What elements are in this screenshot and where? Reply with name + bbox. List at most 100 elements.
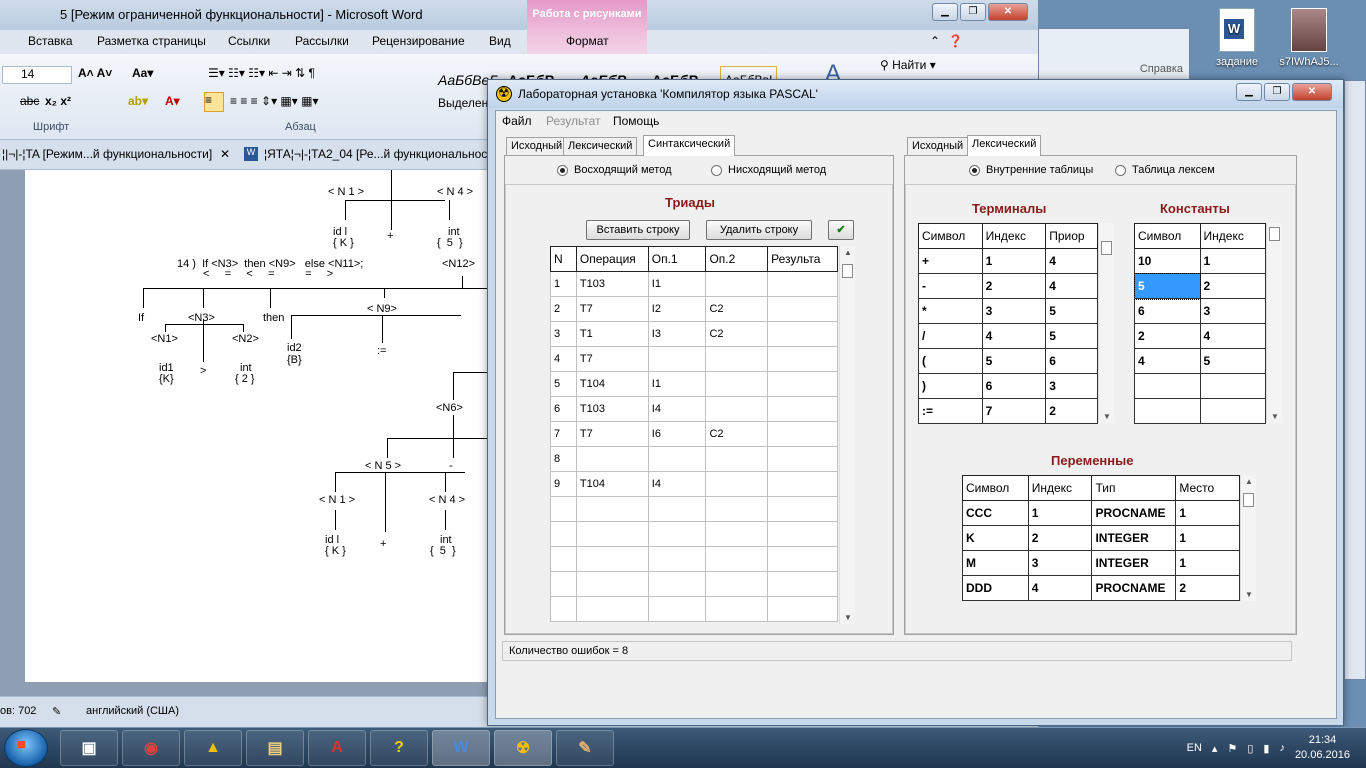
table-cell[interactable]: 2 — [981, 273, 1047, 299]
table-row[interactable]: 7 T7 I6 C2 — [550, 421, 838, 447]
table-cell[interactable] — [647, 446, 707, 472]
tab-lexical[interactable]: Лексический — [563, 137, 638, 155]
table-cell[interactable]: 4 — [1027, 575, 1093, 601]
clock[interactable]: 21:34 20.06.2016 — [1295, 733, 1350, 763]
table-cell[interactable]: C2 — [705, 296, 769, 322]
table-cell[interactable] — [705, 546, 769, 572]
document-page[interactable]: < N 1 > < N 4 > id l{ K } + int{ 5 } <N12> If <… — [25, 170, 490, 682]
table-cell[interactable] — [705, 446, 769, 472]
strikethrough-icon[interactable]: abc — [20, 94, 39, 108]
table-cell[interactable]: I6 — [647, 421, 707, 447]
table-cell[interactable]: 4 — [1045, 248, 1098, 274]
table-cell[interactable] — [575, 446, 649, 472]
table-row[interactable]: M 3 INTEGER 1 — [962, 550, 1240, 576]
tab-source[interactable]: Исходный — [506, 137, 568, 155]
table-cell[interactable] — [647, 571, 707, 597]
table-cell[interactable] — [705, 496, 769, 522]
table-cell[interactable]: 7 — [550, 421, 577, 447]
table-row[interactable]: 9 T104 I4 — [550, 471, 838, 497]
table-cell[interactable] — [767, 596, 838, 622]
tab-format[interactable]: Формат — [566, 34, 609, 48]
table-cell[interactable]: 6 — [1045, 348, 1098, 374]
table-row[interactable] — [550, 521, 838, 547]
grow-font-icon[interactable]: A˄ A˅ — [78, 66, 112, 80]
table-row[interactable]: * 3 5 — [918, 298, 1098, 324]
table-cell[interactable]: INTEGER — [1091, 525, 1177, 551]
table-cell[interactable]: I3 — [647, 321, 707, 347]
word-count[interactable]: ов: 702 — [0, 705, 36, 717]
word-titlebar[interactable]: 5 [Режим ограниченной функциональности] … — [0, 0, 1038, 54]
tray-expand-icon[interactable]: ▴ — [1212, 742, 1218, 755]
table-row[interactable] — [550, 596, 838, 622]
table-cell[interactable] — [705, 596, 769, 622]
tab-mailings[interactable]: Рассылки — [295, 34, 349, 48]
table-cell[interactable]: 4 — [1045, 273, 1098, 299]
table-cell[interactable]: 2 — [1175, 575, 1240, 601]
app-titlebar[interactable]: Лабораторная установка 'Компилятор языка… — [488, 80, 1343, 108]
table-cell[interactable] — [767, 421, 838, 447]
column-header[interactable]: Индекс — [1027, 475, 1093, 501]
table-cell[interactable] — [550, 546, 577, 572]
maximize-button[interactable]: ❐ — [960, 3, 986, 21]
table-cell[interactable] — [705, 396, 769, 422]
table-cell[interactable] — [767, 296, 838, 322]
table-cell[interactable]: - — [918, 273, 983, 299]
ribbon-collapse-icon[interactable]: ⌃ — [930, 34, 940, 48]
table-cell[interactable]: 3 — [1199, 298, 1267, 324]
table-cell[interactable] — [705, 371, 769, 397]
font-color-icon[interactable]: A▾ — [165, 94, 180, 108]
table-cell[interactable]: 5 — [981, 348, 1047, 374]
column-header[interactable]: Оп.1 — [647, 246, 707, 272]
table-row[interactable]: 1 T103 I1 — [550, 271, 838, 297]
radio-bottom-up[interactable]: Восходящий метод — [557, 164, 672, 176]
table-cell[interactable] — [550, 596, 577, 622]
table-row[interactable]: 8 — [550, 446, 838, 472]
table-cell[interactable]: 9 — [550, 471, 577, 497]
table-row[interactable]: 5 T104 I1 — [550, 371, 838, 397]
table-cell[interactable]: * — [918, 298, 983, 324]
background-window[interactable]: Справка — [1038, 28, 1190, 80]
proofing-icon[interactable]: ✎ — [52, 705, 61, 718]
table-cell[interactable]: INTEGER — [1091, 550, 1177, 576]
table-cell[interactable] — [767, 371, 838, 397]
word-icon[interactable]: W — [432, 730, 490, 766]
desktop-icon-image[interactable]: s7IWhAJ5... — [1276, 8, 1342, 68]
table-cell[interactable] — [647, 496, 707, 522]
doc-tab-close-icon[interactable]: ✕ — [220, 147, 230, 161]
table-cell[interactable] — [705, 471, 769, 497]
table-cell[interactable]: 5 — [1133, 272, 1202, 300]
volume-icon[interactable]: ♪ — [1279, 742, 1285, 754]
font-size-select[interactable]: 14 — [2, 66, 72, 84]
table-cell[interactable]: 5 — [1199, 348, 1267, 374]
close-button[interactable]: ✕ — [1292, 83, 1332, 101]
table-cell[interactable]: DDD — [962, 575, 1029, 601]
language-label[interactable]: английский (США) — [86, 705, 179, 717]
column-header[interactable]: Тип — [1091, 475, 1177, 501]
constants-scrollbar[interactable]: ▼ — [1266, 223, 1282, 423]
table-cell[interactable]: 5 — [1045, 323, 1098, 349]
column-header[interactable]: Оп.2 — [705, 246, 769, 272]
triangle-app-icon[interactable]: ▲ — [184, 730, 242, 766]
table-cell[interactable] — [767, 321, 838, 347]
table-cell[interactable]: PROCNAME — [1091, 575, 1177, 601]
column-header[interactable]: Операция — [575, 246, 649, 272]
tab-insert[interactable]: Вставка — [28, 34, 73, 48]
align-buttons-icon[interactable]: ≡ ≡ ≡ ⇕▾ ▦▾ ▦▾ — [230, 94, 318, 108]
table-cell[interactable] — [705, 271, 769, 297]
table-cell[interactable]: I1 — [647, 271, 707, 297]
table-cell[interactable]: 3 — [1027, 550, 1093, 576]
delete-row-button[interactable]: Удалить строку — [706, 220, 812, 240]
tab-lexical-right[interactable]: Лексический — [967, 135, 1042, 156]
tab-page-layout[interactable]: Разметка страницы — [97, 34, 206, 48]
table-cell[interactable]: T103 — [575, 271, 649, 297]
table-cell[interactable]: I2 — [647, 296, 707, 322]
menu-file[interactable]: Файл — [502, 114, 532, 128]
tab-references[interactable]: Ссылки — [228, 34, 270, 48]
table-row[interactable]: DDD 4 PROCNAME 2 — [962, 575, 1240, 601]
tab-review[interactable]: Рецензирование — [372, 34, 465, 48]
desktop-icon-assignment[interactable]: задание — [1204, 8, 1270, 68]
table-row[interactable]: 45 — [1134, 348, 1267, 374]
table-row[interactable]: 52 — [1133, 272, 1267, 300]
start-button[interactable] — [4, 729, 48, 767]
table-row[interactable]: 63 — [1134, 298, 1267, 324]
